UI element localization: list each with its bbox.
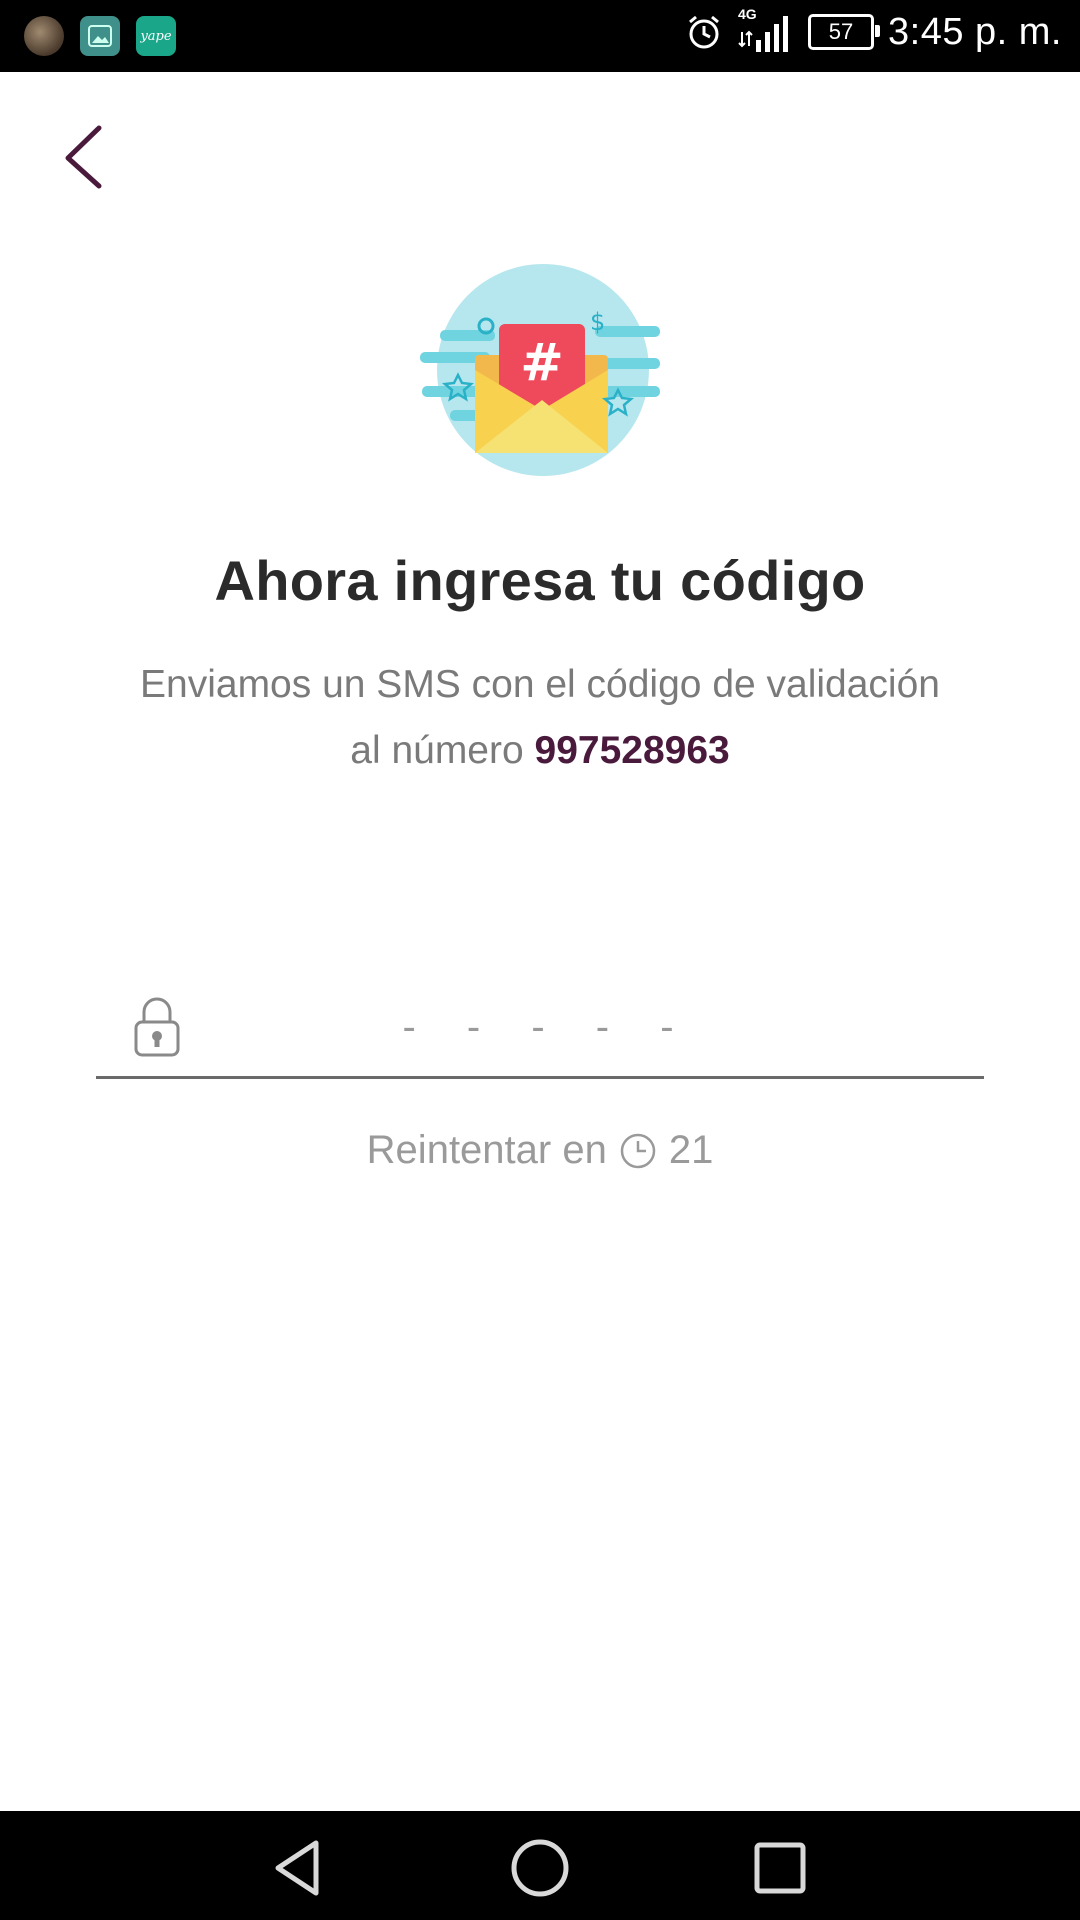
- battery-indicator: 57: [808, 14, 881, 50]
- home-circle-icon: [511, 1839, 569, 1897]
- status-bar: yape 4G 57 3:45 p. m.: [0, 0, 1080, 72]
- navigation-bar: [0, 1811, 1080, 1920]
- svg-text:$: $: [590, 308, 605, 336]
- instruction-line-2: al número 997528963: [90, 718, 990, 784]
- nav-back-button[interactable]: [266, 1833, 336, 1903]
- back-button[interactable]: [54, 120, 114, 192]
- gallery-notification-icon: [80, 16, 120, 56]
- clock-time: 3:45 p. m.: [888, 10, 1062, 53]
- signal-icon: 4G: [738, 6, 794, 54]
- system-status: 4G 57 3:45 p. m.: [684, 6, 1062, 54]
- instruction-line-1: Enviamos un SMS con el código de validac…: [140, 663, 940, 706]
- nav-recent-apps-button[interactable]: [745, 1833, 815, 1903]
- phone-number: 997528963: [534, 729, 730, 772]
- network-type: 4G: [738, 6, 757, 22]
- page-title: Ahora ingresa tu código: [214, 549, 866, 612]
- retry-label: Reintentar en: [366, 1128, 607, 1172]
- clock-icon: [620, 1133, 656, 1168]
- battery-level: 57: [828, 19, 854, 44]
- code-field: [96, 990, 984, 1079]
- instruction-text: Enviamos un SMS con el código de validac…: [90, 652, 990, 784]
- instruction-prefix: al número: [350, 729, 524, 772]
- svg-text:#: #: [520, 333, 564, 393]
- avatar-notification-icon: [24, 16, 64, 56]
- notification-icons: yape: [24, 16, 176, 56]
- recent-square-icon: [754, 1842, 806, 1894]
- yape-notification-icon: yape: [136, 16, 176, 56]
- verification-code-input[interactable]: [246, 996, 850, 1058]
- back-triangle-icon: [275, 1840, 319, 1896]
- sms-envelope-illustration: # $: [420, 260, 665, 480]
- retry-seconds: 21: [668, 1128, 714, 1172]
- lock-icon: [134, 997, 180, 1057]
- chevron-left-icon: [65, 125, 102, 189]
- retry-timer: Reintentar en 21: [0, 1128, 1080, 1173]
- nav-home-button[interactable]: [505, 1833, 575, 1903]
- alarm-icon: [689, 15, 719, 49]
